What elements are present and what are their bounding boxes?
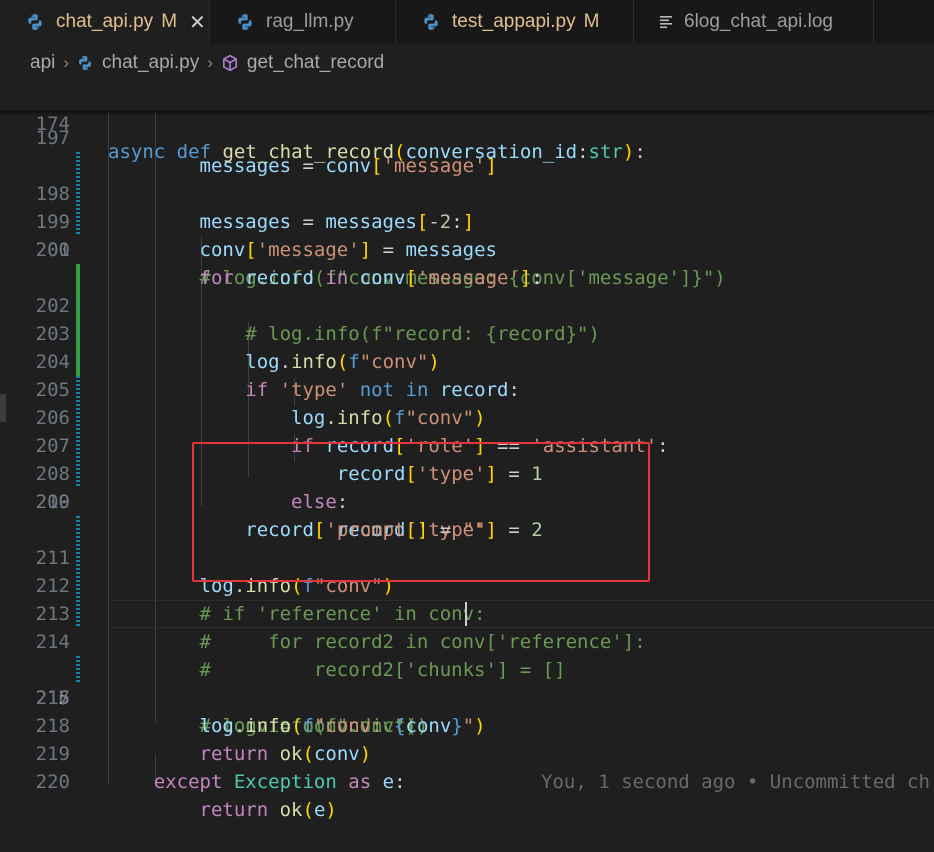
code-line-218: 218 return ok(conv) (0, 684, 934, 765)
line-number: 174 (35, 113, 70, 135)
tab-label: chat_api.py (56, 11, 154, 32)
tab-label: test_appapi.py (452, 11, 576, 32)
tab-label: rag_llm.py (266, 11, 354, 32)
inline-git-blame: You, 1 second ago • Uncommitted ch (541, 771, 930, 793)
code-line-206: 206 if record['role'] == 'assistant': (0, 348, 934, 457)
editor-tab-bar: chat_api.py M ✕ rag_llm.py test_appapi.p… (0, 0, 934, 44)
tab-chat-api[interactable]: chat_api.py M ✕ (0, 0, 210, 44)
tab-label: 6log_chat_api.log (684, 11, 833, 32)
code-editor[interactable]: 174 async def get_chat_record(conversati… (0, 82, 934, 821)
code-line-201: 201 for record in conv['message']: (0, 208, 934, 289)
chevron-right-icon: › (63, 53, 70, 72)
sticky-scroll-header[interactable]: 174 async def get_chat_record(conversati… (0, 82, 934, 163)
python-icon (79, 56, 92, 70)
python-icon (238, 14, 252, 30)
modified-indicator: M (583, 11, 600, 32)
code-line-200: 200 # log.info(f"conv-message: {conv['me… (0, 180, 934, 289)
chevron-right-icon: › (207, 53, 213, 72)
code-line: async def get_chat_record(conversation_i… (108, 141, 646, 163)
code-line-203: 203 log.info(f"conv") (0, 264, 934, 373)
python-icon (28, 14, 42, 30)
code-line-219: 219 except Exception as e: (0, 712, 934, 793)
code-line-215: 215 # log.info(f"conv") You, 1 second ag… (0, 600, 934, 793)
python-icon (424, 14, 438, 30)
code-line-208: 208 else: (0, 404, 934, 513)
code-line-207: 207 record['type'] = 1 (0, 376, 934, 485)
tab-rag-llm[interactable]: rag_llm.py (210, 0, 396, 44)
method-cube-icon (222, 54, 237, 72)
code-line-204: 204 if 'type' not in record: (0, 292, 934, 401)
modified-indicator: M (161, 11, 178, 32)
line-number: 220 (35, 771, 70, 793)
breadcrumb-symbol[interactable]: get_chat_record (247, 52, 384, 74)
code-text: except Exception as e: (153, 771, 406, 793)
code-line-216: 216 # conv = conv.dict() (0, 628, 934, 737)
tab-test-appapi[interactable]: test_appapi.py M (396, 0, 634, 44)
breadcrumb-file[interactable]: chat_api.py (102, 52, 199, 74)
sidebar-sash[interactable] (0, 394, 6, 422)
text-cursor (465, 602, 467, 626)
code-line-220: 220 return ok(e) (0, 740, 934, 821)
current-line-highlight (108, 600, 934, 628)
highlight-annotation-box (192, 442, 650, 582)
breadcrumb: api › chat_api.py › get_chat_record (0, 44, 934, 82)
code-line-217: 217 log.info(f"conv: {conv}") (0, 656, 934, 737)
code-line-205: 205 log.info(f"conv") (0, 320, 934, 429)
code-line-202: 202 # log.info(f"record: {record}") (0, 236, 934, 345)
tab-log-file[interactable]: 6log_chat_api.log (634, 0, 874, 44)
log-file-icon (660, 16, 672, 29)
code-text: return ok(e) (199, 799, 337, 821)
breadcrumb-folder[interactable]: api (30, 52, 55, 74)
close-icon[interactable]: ✕ (189, 10, 206, 35)
